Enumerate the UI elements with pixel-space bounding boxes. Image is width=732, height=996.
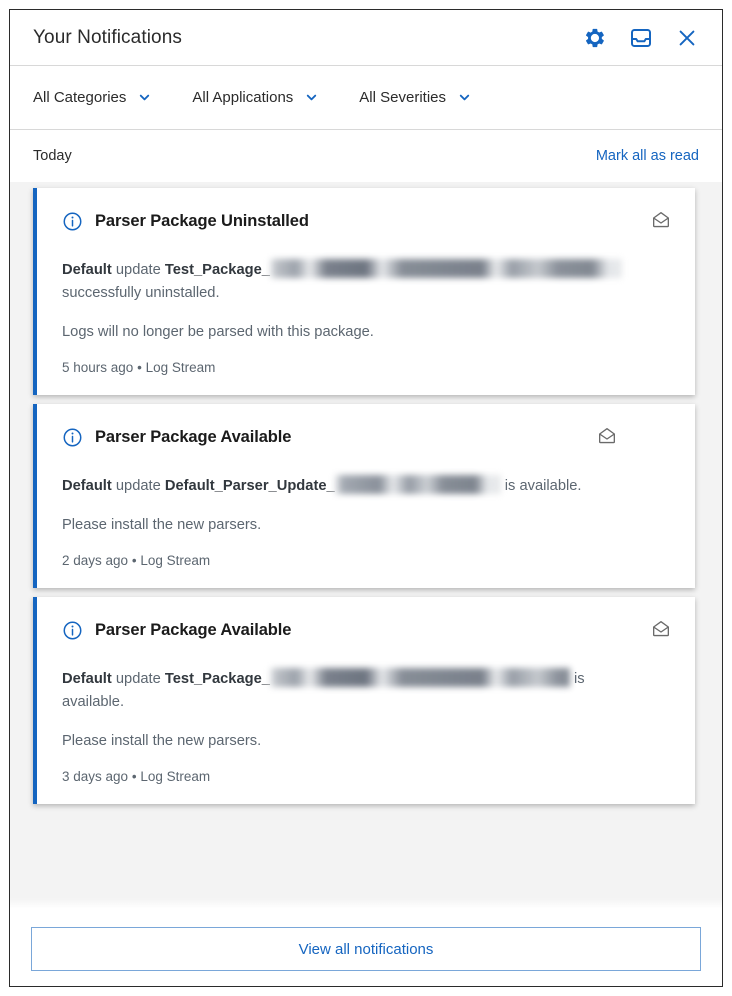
notification-meta: 2 days ago • Log Stream bbox=[62, 553, 671, 568]
notification-list[interactable]: Parser Package Uninstalled Default updat… bbox=[10, 182, 722, 912]
notification-detail: Logs will no longer be parsed with this … bbox=[62, 324, 374, 340]
notification-card[interactable]: Parser Package Available Default update … bbox=[33, 404, 695, 588]
notification-body-package: Test_Package_ bbox=[164, 262, 270, 278]
mark-all-as-read-button[interactable]: Mark all as read bbox=[596, 148, 699, 164]
inbox-tray-icon[interactable] bbox=[628, 25, 654, 51]
notification-detail: Please install the new parsers. bbox=[62, 733, 262, 749]
notification-source: Log Stream bbox=[140, 553, 211, 568]
filter-bar: All Categories All Applications All Seve… bbox=[10, 66, 722, 130]
notification-title: Parser Package Uninstalled bbox=[95, 212, 309, 230]
filter-categories[interactable]: All Categories bbox=[33, 89, 152, 106]
notification-body-mid: update bbox=[111, 478, 165, 494]
notification-body-bold-prefix: Default bbox=[62, 262, 112, 278]
notification-body-package: Default_Parser_Update_ bbox=[164, 478, 335, 494]
notification-time: 3 days ago bbox=[62, 769, 129, 784]
notification-source: Log Stream bbox=[140, 769, 211, 784]
section-bar: Today Mark all as read bbox=[10, 130, 722, 182]
notification-source: Log Stream bbox=[145, 360, 216, 375]
section-label-today: Today bbox=[33, 148, 72, 164]
notification-body-line2: available. bbox=[62, 694, 125, 710]
filter-severities[interactable]: All Severities bbox=[359, 89, 472, 106]
notification-title: Parser Package Available bbox=[95, 621, 292, 639]
info-icon bbox=[63, 428, 82, 447]
notification-body-mid: update bbox=[111, 262, 165, 278]
notification-body-suffix: is available. bbox=[500, 478, 582, 494]
envelope-icon[interactable] bbox=[651, 210, 671, 233]
notification-time: 2 days ago bbox=[62, 553, 129, 568]
meta-separator: • bbox=[131, 553, 137, 568]
notification-header: Parser Package Available bbox=[62, 619, 671, 642]
info-icon bbox=[63, 621, 82, 640]
notification-card[interactable]: Parser Package Available Default update … bbox=[33, 597, 695, 804]
filter-categories-label: All Categories bbox=[33, 89, 127, 106]
settings-gear-icon[interactable] bbox=[582, 25, 608, 51]
redacted-text bbox=[269, 668, 570, 687]
close-icon[interactable] bbox=[674, 25, 700, 51]
notification-body: Default update Test_Package_ successfully… bbox=[62, 255, 671, 305]
meta-separator: • bbox=[131, 769, 137, 784]
filter-applications-label: All Applications bbox=[192, 89, 294, 106]
page-title: Your Notifications bbox=[33, 26, 182, 48]
notification-card[interactable]: Parser Package Uninstalled Default updat… bbox=[33, 188, 695, 395]
meta-separator: • bbox=[137, 360, 142, 375]
view-all-notifications-button[interactable]: View all notifications bbox=[31, 927, 701, 971]
notification-body-bold-prefix: Default bbox=[62, 478, 112, 494]
panel-footer: View all notifications bbox=[10, 912, 722, 986]
notification-body-bold-prefix: Default bbox=[62, 671, 112, 687]
chevron-down-icon bbox=[307, 94, 317, 101]
notifications-panel: Your Notifications All Categories All Ap… bbox=[9, 9, 723, 987]
notification-body: Default update Default_Parser_Update_ is… bbox=[62, 471, 671, 498]
notification-body: Default update Test_Package_ is available… bbox=[62, 664, 671, 714]
filter-severities-label: All Severities bbox=[359, 89, 446, 106]
envelope-icon[interactable] bbox=[597, 426, 617, 449]
notification-time: 5 hours ago bbox=[62, 360, 134, 375]
redacted-text bbox=[269, 259, 622, 278]
filter-applications[interactable]: All Applications bbox=[192, 89, 319, 106]
notification-body-package: Test_Package_ bbox=[164, 671, 270, 687]
notification-body-suffix: is bbox=[569, 671, 585, 687]
redacted-text bbox=[334, 475, 501, 494]
notification-title: Parser Package Available bbox=[95, 428, 292, 446]
chevron-down-icon bbox=[459, 94, 470, 101]
notification-detail: Please install the new parsers. bbox=[62, 517, 262, 533]
header-actions bbox=[582, 25, 700, 51]
scroll-fade bbox=[10, 898, 722, 912]
notification-body-mid: update bbox=[111, 671, 165, 687]
chevron-down-icon bbox=[140, 94, 150, 101]
notification-meta: 5 hours ago • Log Stream bbox=[62, 360, 671, 375]
envelope-icon[interactable] bbox=[651, 619, 671, 642]
info-icon bbox=[63, 212, 82, 231]
panel-header: Your Notifications bbox=[10, 10, 722, 66]
notification-meta: 3 days ago • Log Stream bbox=[62, 769, 671, 784]
notification-body-line2: successfully uninstalled. bbox=[62, 285, 220, 301]
notification-header: Parser Package Uninstalled bbox=[62, 210, 671, 233]
notification-header: Parser Package Available bbox=[62, 426, 671, 449]
